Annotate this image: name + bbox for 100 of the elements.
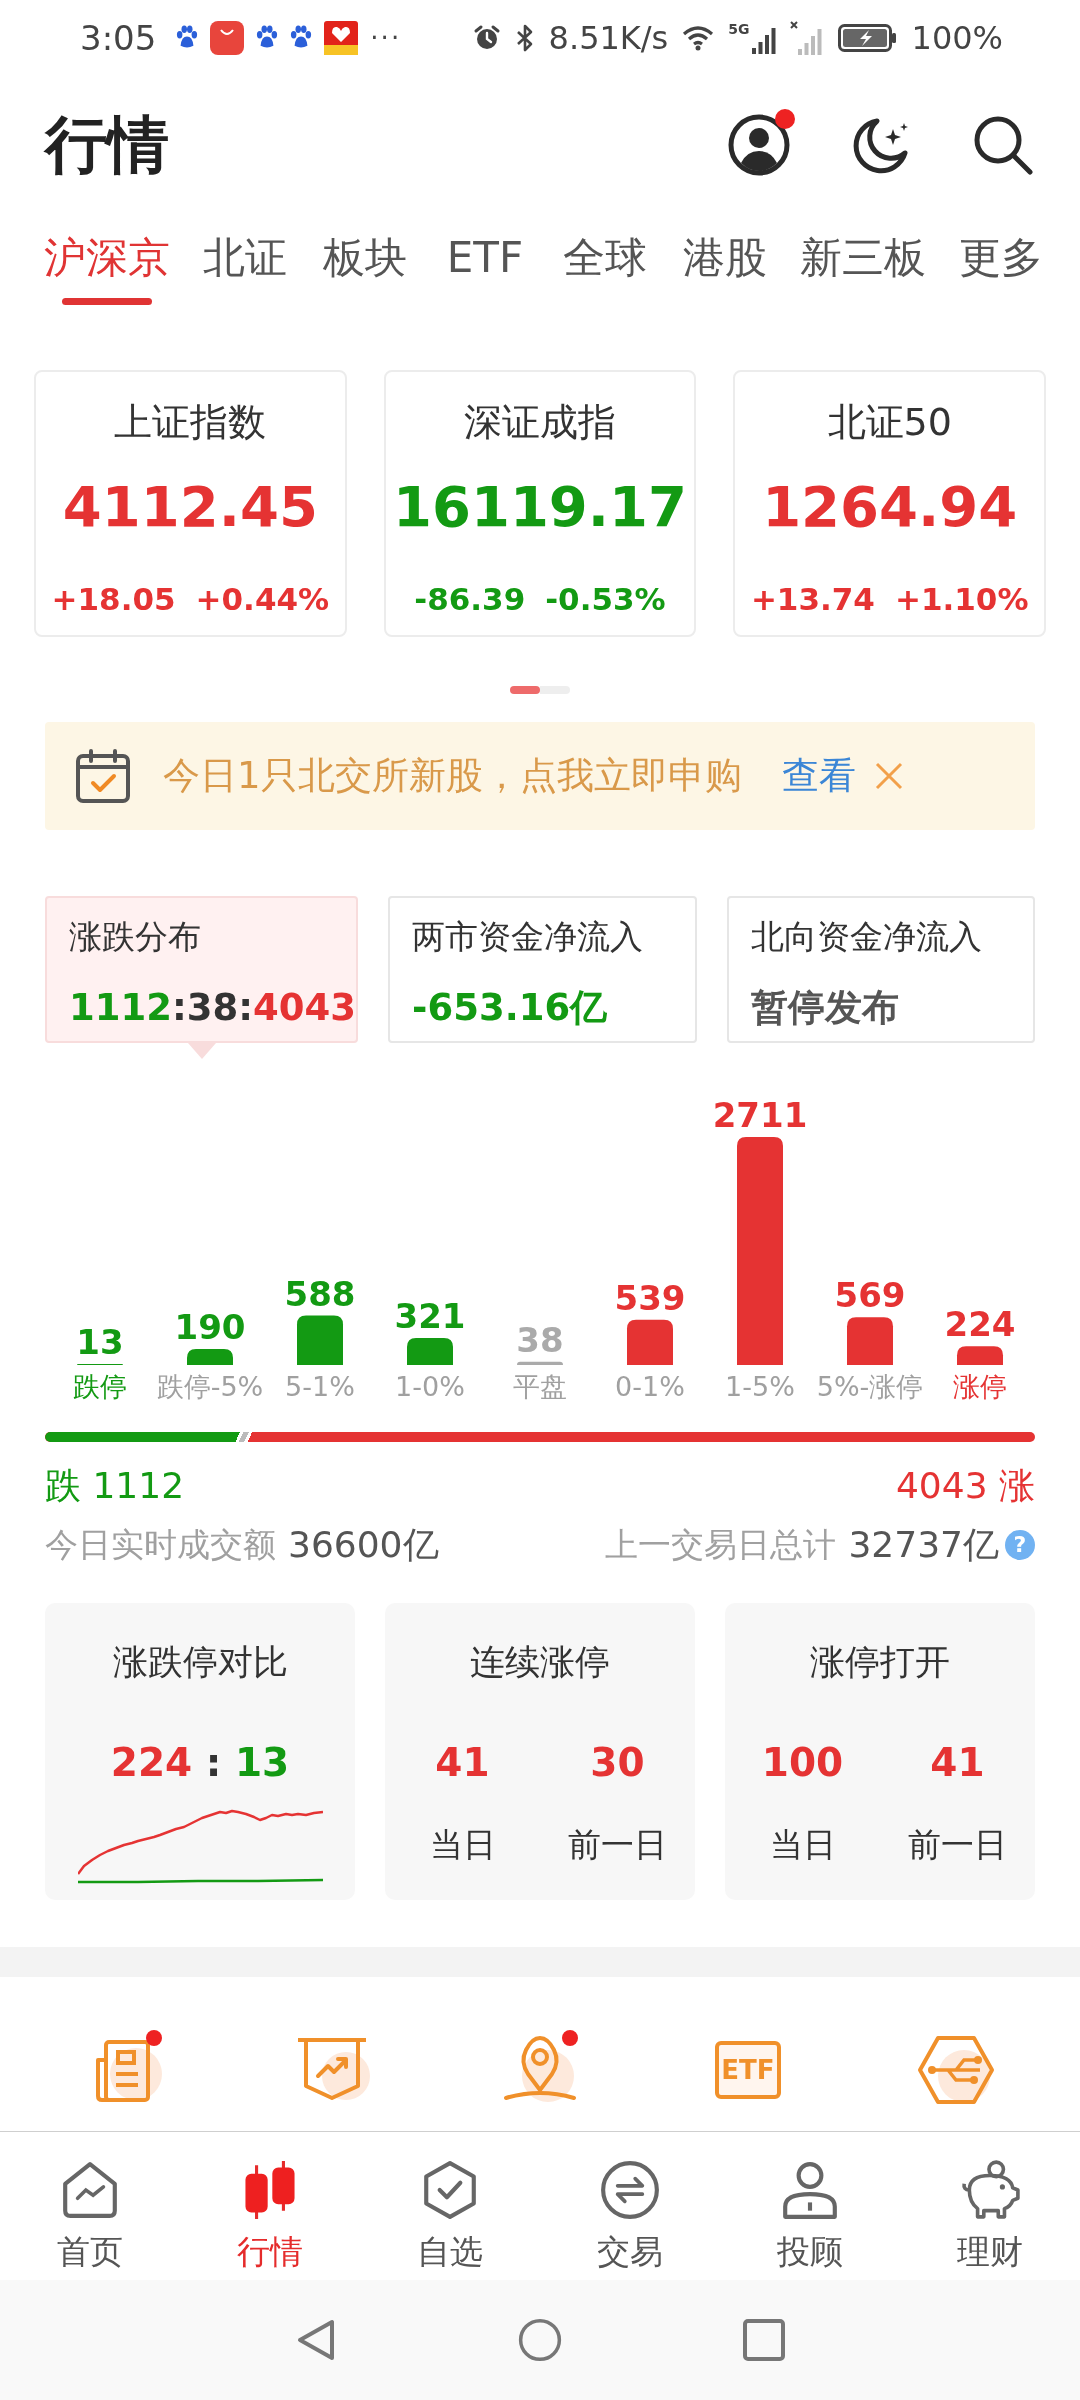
- limit-count: 41: [435, 1739, 490, 1787]
- market-tab[interactable]: ETF: [440, 215, 530, 305]
- market-tab[interactable]: 北证: [200, 215, 290, 305]
- index-card[interactable]: 深证成指 16119.17 -86.39 -0.53%: [383, 370, 697, 637]
- category-label: 跌停: [73, 1371, 127, 1402]
- limit-count-label: 前一日: [568, 1824, 667, 1866]
- stat-card[interactable]: 两市资金净流入 -653.16亿: [388, 896, 697, 1043]
- more-notifications: ···: [370, 22, 402, 53]
- calendar-icon: [75, 748, 131, 804]
- market-tab[interactable]: 新三板: [800, 215, 926, 305]
- limit-ratio-value: 224 : 13: [110, 1739, 290, 1787]
- alarm-clock-icon: [472, 23, 501, 52]
- limit-count-label: 当日: [429, 1824, 496, 1866]
- ipo-banner[interactable]: 今日1只北交所新股，点我立即申购 查看: [45, 722, 1035, 830]
- category-label: 1-0%: [395, 1371, 465, 1402]
- heart-app-icon: [324, 20, 359, 55]
- bar-value-label: 224: [944, 1304, 1016, 1345]
- nav-tab[interactable]: 首页: [0, 2132, 180, 2280]
- category-label: 平盘: [513, 1371, 567, 1402]
- stat-title: 涨跌分布: [69, 916, 201, 958]
- limit-card[interactable]: 连续涨停 41 当日 30 前一日: [385, 1603, 695, 1900]
- market-tab[interactable]: 更多: [956, 215, 1046, 305]
- index-card[interactable]: 北证50 1264.94 +13.74 +1.10%: [733, 370, 1046, 637]
- nav-tab[interactable]: 投顾: [720, 2132, 900, 2280]
- index-change: -86.39: [414, 580, 526, 619]
- limit-card[interactable]: 涨停打开 100 当日 41 前一日: [725, 1603, 1035, 1900]
- piggy-bank-icon: [959, 2159, 1021, 2221]
- index-card[interactable]: 上证指数 4112.45 +18.05 +0.44%: [34, 370, 347, 637]
- exchange-arrows-icon: [599, 2159, 661, 2221]
- turnover-label: 今日实时成交额: [45, 1524, 276, 1566]
- no-signal-icon: [789, 20, 824, 55]
- bar-value-label: 190: [174, 1307, 246, 1347]
- limit-count: 100: [761, 1739, 844, 1787]
- index-name: 深证成指: [464, 400, 616, 444]
- bar-value-label: 13: [76, 1321, 124, 1362]
- stat-value: 暂停发布: [750, 985, 899, 1031]
- page-title: 行情: [45, 114, 169, 176]
- card-pointer: [187, 1043, 216, 1059]
- battery-charging-icon: [837, 23, 898, 52]
- index-percent: -0.53%: [545, 580, 666, 619]
- network-type: 5G: [728, 21, 750, 36]
- battery-percent: 100%: [911, 18, 1003, 57]
- market-tab[interactable]: 沪深京: [44, 215, 170, 305]
- stat-value: 1112:38:4043: [69, 985, 357, 1031]
- bar-value-label: 321: [394, 1296, 466, 1336]
- limit-count-label: 前一日: [908, 1824, 1007, 1866]
- limit-count-label: 当日: [769, 1824, 836, 1866]
- nav-tab[interactable]: 自选: [360, 2132, 540, 2280]
- category-label: 涨停: [953, 1371, 1007, 1402]
- turnover-value: 36600亿: [288, 1523, 439, 1567]
- index-percent: +1.10%: [894, 580, 1029, 619]
- nav-tab[interactable]: 理财: [900, 2132, 1080, 2280]
- index-change: +18.05: [51, 580, 176, 619]
- index-change: +13.74: [750, 580, 875, 619]
- limit-count: 41: [930, 1739, 985, 1787]
- paw-icon: [176, 25, 199, 50]
- nav-tab[interactable]: 交易: [540, 2132, 720, 2280]
- index-value: 1264.94: [762, 475, 1018, 539]
- nav-tab[interactable]: 行情: [180, 2132, 360, 2280]
- bar-value-label: 2711: [712, 1095, 808, 1135]
- index-name: 上证指数: [114, 400, 267, 444]
- index-name: 北证50: [827, 400, 952, 444]
- market-tab[interactable]: 板块: [320, 215, 410, 305]
- bar-value-label: 588: [284, 1273, 356, 1314]
- profile-icon[interactable]: [727, 113, 791, 177]
- network-speed: 8.51K/s: [548, 18, 669, 57]
- bar-value-label: 569: [834, 1275, 906, 1316]
- paw-icon: [256, 25, 279, 50]
- bar-value-label: 539: [614, 1277, 686, 1318]
- index-value: 4112.45: [62, 475, 318, 539]
- market-tab[interactable]: 港股: [680, 215, 770, 305]
- stat-title: 北向资金净流入: [750, 916, 982, 958]
- category-label: 跌停-5%: [156, 1371, 264, 1402]
- limit-count: 30: [590, 1739, 645, 1787]
- limit-card-title: 涨停打开: [810, 1641, 950, 1684]
- category-label: 1-5%: [725, 1371, 795, 1402]
- bar-value-label: 38: [516, 1319, 564, 1360]
- clock-time: 3:05: [80, 17, 157, 58]
- advance-count: 4043 涨: [895, 1464, 1035, 1508]
- category-label: 5-1%: [285, 1371, 355, 1402]
- market-tab[interactable]: 全球: [560, 215, 650, 305]
- decline-count: 跌 1112: [45, 1464, 185, 1508]
- recent-apps-icon[interactable]: [742, 2318, 786, 2362]
- category-label: 5%-涨停: [816, 1371, 924, 1402]
- previous-turnover-value: 32737亿: [848, 1523, 999, 1567]
- stat-card[interactable]: 北向资金净流入 暂停发布: [726, 896, 1035, 1043]
- stat-value: -653.16亿: [412, 985, 608, 1031]
- index-percent: +0.44%: [195, 580, 330, 619]
- limit-card[interactable]: 涨跌停对比 224 : 13: [45, 1603, 355, 1900]
- stat-card[interactable]: 涨跌分布 1112:38:4043: [45, 896, 359, 1043]
- limit-card-title: 涨跌停对比: [112, 1641, 288, 1684]
- wifi-icon: [682, 24, 715, 51]
- category-label: 0-1%: [615, 1371, 685, 1402]
- previous-turnover-label: 上一交易日总计: [605, 1524, 837, 1566]
- banner-text: 今日1只北交所新股，点我立即申购: [163, 753, 742, 799]
- index-value: 16119.17: [393, 475, 687, 539]
- limit-card-title: 连续涨停: [470, 1641, 610, 1684]
- home-circle-icon[interactable]: [518, 2318, 562, 2362]
- stat-title: 两市资金净流入: [412, 916, 644, 958]
- view-link[interactable]: 查看: [781, 751, 856, 801]
